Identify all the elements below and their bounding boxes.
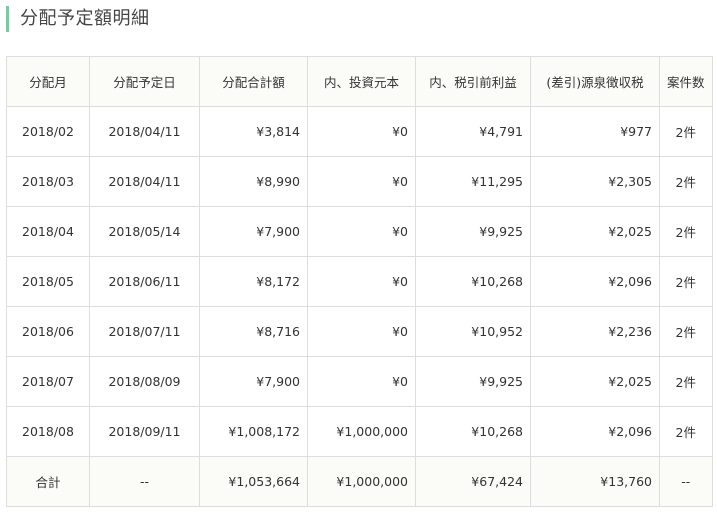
cell-month: 2018/08 [6,406,90,457]
total-pretax-profit: ¥67,424 [415,456,531,507]
distribution-table-container: 分配月 分配予定日 分配合計額 内、投資元本 内、税引前利益 (差引)源泉徴収税… [6,56,713,507]
header-distribution-month: 分配月 [6,56,90,107]
cell-pretax-profit: ¥10,268 [415,256,531,307]
cell-pretax-profit: ¥11,295 [415,156,531,207]
cell-withholding-tax: ¥2,096 [530,256,660,307]
header-principal: 内、投資元本 [307,56,416,107]
page-title: 分配予定額明細 [6,6,150,32]
cell-date: 2018/06/11 [89,256,200,307]
cell-withholding-tax: ¥977 [530,106,660,157]
cell-pretax-profit: ¥9,925 [415,356,531,407]
cell-principal: ¥0 [307,206,416,257]
cell-date: 2018/09/11 [89,406,200,457]
cell-month: 2018/04 [6,206,90,257]
table-row: 2018/08 2018/09/11 ¥1,008,172 ¥1,000,000… [6,406,713,457]
table-header-row: 分配月 分配予定日 分配合計額 内、投資元本 内、税引前利益 (差引)源泉徴収税… [6,56,713,107]
cell-withholding-tax: ¥2,025 [530,356,660,407]
header-deal-count: 案件数 [659,56,713,107]
header-scheduled-date: 分配予定日 [89,56,200,107]
cell-total-amount: ¥1,008,172 [199,406,308,457]
cell-total-amount: ¥7,900 [199,356,308,407]
cell-date: 2018/05/14 [89,206,200,257]
cell-withholding-tax: ¥2,096 [530,406,660,457]
table-row: 2018/06 2018/07/11 ¥8,716 ¥0 ¥10,952 ¥2,… [6,306,713,357]
cell-month: 2018/05 [6,256,90,307]
cell-principal: ¥0 [307,106,416,157]
distribution-schedule-table: 分配月 分配予定日 分配合計額 内、投資元本 内、税引前利益 (差引)源泉徴収税… [6,56,713,507]
total-amount: ¥1,053,664 [199,456,308,507]
cell-total-amount: ¥3,814 [199,106,308,157]
cell-date: 2018/04/11 [89,156,200,207]
cell-deal-count: 2件 [659,406,713,457]
total-label: 合計 [6,456,90,507]
cell-month: 2018/07 [6,356,90,407]
cell-month: 2018/02 [6,106,90,157]
cell-principal: ¥0 [307,156,416,207]
cell-deal-count: 2件 [659,206,713,257]
cell-month: 2018/03 [6,156,90,207]
cell-deal-count: 2件 [659,356,713,407]
cell-principal: ¥0 [307,256,416,307]
cell-withholding-tax: ¥2,305 [530,156,660,207]
table-row: 2018/07 2018/08/09 ¥7,900 ¥0 ¥9,925 ¥2,0… [6,356,713,407]
table-row: 2018/04 2018/05/14 ¥7,900 ¥0 ¥9,925 ¥2,0… [6,206,713,257]
header-withholding-tax: (差引)源泉徴収税 [530,56,660,107]
total-deal-count: -- [659,456,713,507]
cell-deal-count: 2件 [659,106,713,157]
total-withholding-tax: ¥13,760 [530,456,660,507]
header-total-amount: 分配合計額 [199,56,308,107]
cell-total-amount: ¥7,900 [199,206,308,257]
cell-pretax-profit: ¥10,268 [415,406,531,457]
table-row: 2018/02 2018/04/11 ¥3,814 ¥0 ¥4,791 ¥977… [6,106,713,157]
cell-withholding-tax: ¥2,025 [530,206,660,257]
cell-total-amount: ¥8,716 [199,306,308,357]
total-principal: ¥1,000,000 [307,456,416,507]
header-pretax-profit: 内、税引前利益 [415,56,531,107]
table-row: 2018/03 2018/04/11 ¥8,990 ¥0 ¥11,295 ¥2,… [6,156,713,207]
cell-date: 2018/04/11 [89,106,200,157]
cell-total-amount: ¥8,172 [199,256,308,307]
cell-principal: ¥0 [307,356,416,407]
cell-withholding-tax: ¥2,236 [530,306,660,357]
cell-principal: ¥1,000,000 [307,406,416,457]
cell-month: 2018/06 [6,306,90,357]
cell-pretax-profit: ¥9,925 [415,206,531,257]
cell-pretax-profit: ¥4,791 [415,106,531,157]
table-total-row: 合計 -- ¥1,053,664 ¥1,000,000 ¥67,424 ¥13,… [6,456,713,507]
cell-date: 2018/07/11 [89,306,200,357]
cell-total-amount: ¥8,990 [199,156,308,207]
table-row: 2018/05 2018/06/11 ¥8,172 ¥0 ¥10,268 ¥2,… [6,256,713,307]
cell-pretax-profit: ¥10,952 [415,306,531,357]
cell-principal: ¥0 [307,306,416,357]
cell-deal-count: 2件 [659,256,713,307]
cell-date: 2018/08/09 [89,356,200,407]
total-date: -- [89,456,200,507]
cell-deal-count: 2件 [659,306,713,357]
cell-deal-count: 2件 [659,156,713,207]
